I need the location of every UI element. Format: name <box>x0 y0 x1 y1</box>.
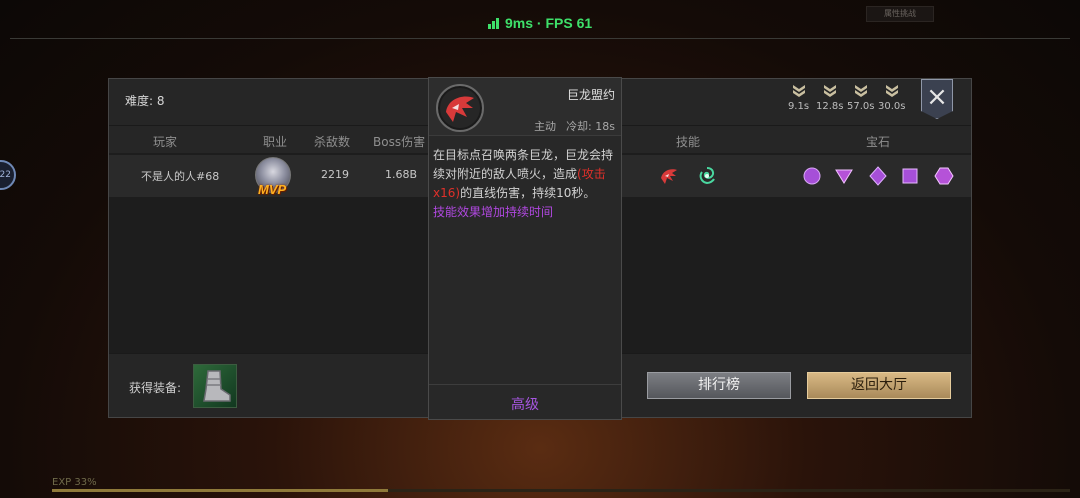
leaderboard-button[interactable]: 排行榜 <box>647 372 791 399</box>
rank-chevron-icon <box>854 85 867 97</box>
tooltip-divider <box>429 384 621 385</box>
exp-bar-fill <box>52 489 388 492</box>
gem-square-icon[interactable] <box>900 166 920 186</box>
equip-label: 获得装备: <box>129 381 182 395</box>
equipment-slot[interactable] <box>193 364 237 408</box>
col-skills: 技能 <box>676 135 701 149</box>
tooltip-header: 巨龙盟约 主动 冷却: 18s <box>429 78 621 136</box>
rank-chevron-icon <box>792 85 805 97</box>
skill-cooldown: 冷却: 18s <box>566 120 615 133</box>
dragon-pact-icon[interactable] <box>657 164 681 188</box>
side-level-badge[interactable]: 22 <box>0 160 16 190</box>
col-gems: 宝石 <box>866 135 891 149</box>
exp-bar <box>52 489 1070 492</box>
buff-item[interactable]: 57.0s <box>847 83 874 112</box>
skill-type: 主动 <box>534 120 557 133</box>
col-kills: 杀敌数 <box>314 135 351 149</box>
top-status-bar: 9ms · FPS 61 属性挑战 <box>0 0 1080 44</box>
close-icon: × <box>926 82 948 112</box>
latency-fps-text: 9ms · FPS 61 <box>505 15 593 31</box>
buff-time: 12.8s <box>816 101 844 112</box>
buff-time: 30.0s <box>878 101 906 112</box>
class-avatar[interactable]: MVP <box>255 157 291 197</box>
difficulty-label: 难度: 8 <box>125 94 165 108</box>
col-boss-damage: Boss伤害 <box>373 135 426 149</box>
gem-diamond-icon[interactable] <box>868 166 888 186</box>
return-lobby-button[interactable]: 返回大厅 <box>807 372 951 399</box>
skill-name: 巨龙盟约 <box>566 88 615 102</box>
rank-chevron-icon <box>885 85 898 97</box>
buff-item[interactable]: 9.1s <box>785 83 812 112</box>
kills-value: 2219 <box>321 168 349 181</box>
exp-label: EXP 33% <box>52 477 97 488</box>
desc-extension: 技能效果增加持续时间 <box>433 205 554 219</box>
attribute-challenge-tag[interactable]: 属性挑战 <box>866 6 934 22</box>
close-button[interactable]: × <box>921 79 953 119</box>
buff-item[interactable]: 30.0s <box>878 83 905 112</box>
skill-meta: 主动 冷却: 18s <box>534 118 615 134</box>
skill-description: 在目标点召唤两条巨龙，巨龙会持续对附近的敌人喷火，造成(攻击x16)的直线伤害，… <box>433 146 619 222</box>
network-status: 9ms · FPS 61 <box>488 15 592 31</box>
player-name: 不是人的人#68 <box>141 170 220 183</box>
skill-tooltip: 巨龙盟约 主动 冷却: 18s 在目标点召唤两条巨龙，巨龙会持续对附近的敌人喷火… <box>428 77 622 420</box>
gem-hexagon-icon[interactable] <box>934 166 954 186</box>
gem-triangle-icon[interactable] <box>834 166 854 186</box>
rank-chevron-icon <box>823 85 836 97</box>
signal-icon <box>488 17 499 29</box>
buff-list: 9.1s 12.8s 57.0s 30.0s <box>785 83 905 112</box>
desc-text-2: 的直线伤害，持续10秒。 <box>460 186 596 200</box>
buff-item[interactable]: 12.8s <box>816 83 843 112</box>
dragon-swirl-icon[interactable] <box>695 164 719 188</box>
gem-circle-icon[interactable] <box>802 166 822 186</box>
boots-icon <box>203 370 231 402</box>
mvp-badge: MVP <box>258 182 287 197</box>
col-class: 职业 <box>263 135 288 149</box>
buff-time: 57.0s <box>847 101 875 112</box>
tooltip-skill-icon <box>436 84 484 132</box>
dragon-pact-icon <box>446 96 474 122</box>
skill-grade: 高级 <box>511 397 539 413</box>
top-divider <box>10 38 1070 39</box>
buff-time: 9.1s <box>787 101 810 112</box>
boss-damage-value: 1.68B <box>385 168 418 181</box>
col-player: 玩家 <box>153 135 178 149</box>
